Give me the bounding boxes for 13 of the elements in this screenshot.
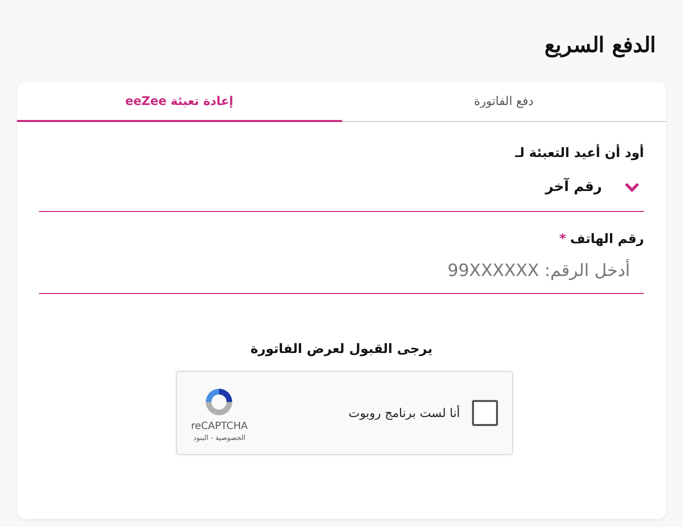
checkbox[interactable] — [472, 400, 498, 426]
captcha-brand: reCAPTCHA — [191, 420, 248, 432]
checkbox-label: أنا لست برنامج روبوت — [348, 406, 460, 420]
required-mark: * — [559, 232, 566, 247]
recipient-dropdown[interactable]: رقم آخر — [39, 161, 644, 212]
chevron-icon — [624, 182, 640, 192]
tab[interactable]: إعادة تعبئة eeZee — [17, 82, 342, 122]
field-label: أود أن أعيد التعبئة لـ — [514, 146, 644, 161]
field-label: رقم الهاتف — [570, 232, 644, 247]
captcha-heading: يرجى القبول لعرض الفاتورة — [249, 342, 434, 357]
page-title: الدفع السريع — [544, 31, 656, 60]
phone-input[interactable]: أدخل الرقم: 99XXXXXX — [39, 247, 644, 294]
tab[interactable]: دفع الفاتورة — [342, 82, 666, 122]
